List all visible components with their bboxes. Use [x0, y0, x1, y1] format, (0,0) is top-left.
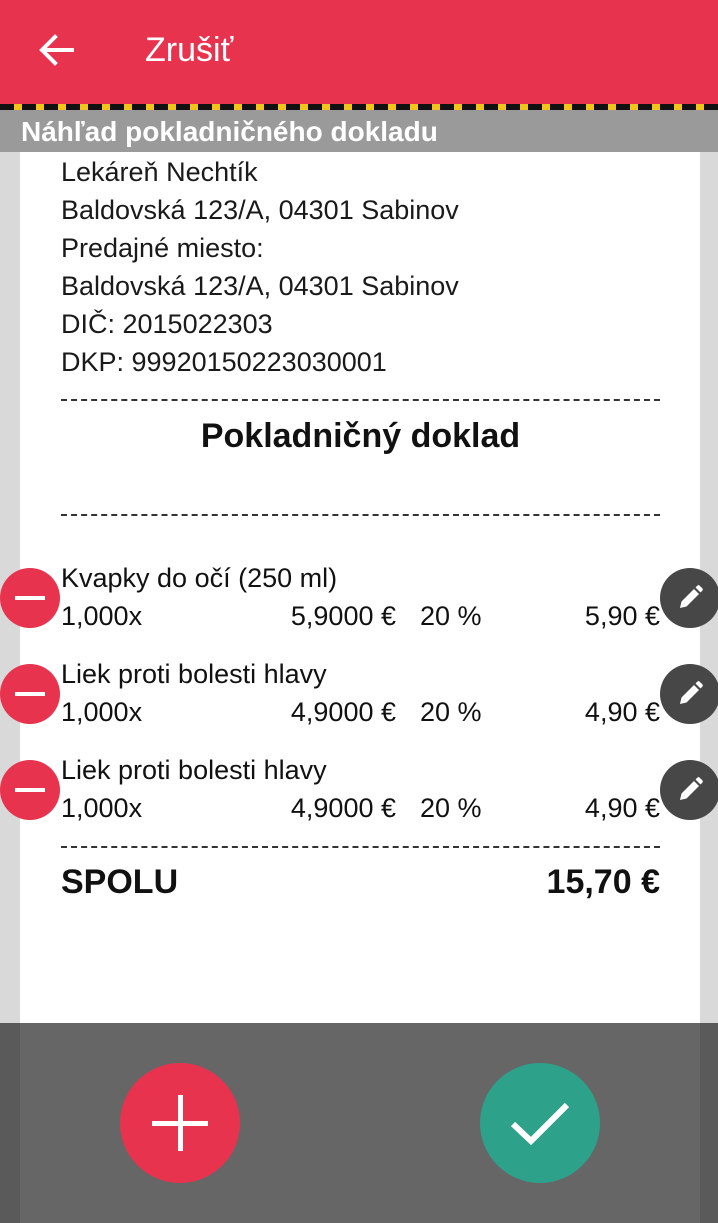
point-of-sale-label: Predajné miesto: [61, 233, 264, 263]
arrow-left-icon [39, 34, 74, 66]
item-name: Liek proti bolesti hlavy [61, 659, 327, 689]
pencil-icon [680, 681, 703, 704]
divider [61, 399, 660, 401]
item-row: 1,000x 4,9000 € 20 % 4,90 € [61, 695, 660, 729]
item-vat: 20 % [420, 793, 482, 823]
confirm-button[interactable] [480, 1063, 600, 1183]
item-total: 4,90 € [584, 793, 660, 823]
total-label: SPOLU [61, 863, 179, 901]
bar-edge [700, 1023, 718, 1223]
shop-address: Baldovská 123/A, 04301 Sabinov [61, 195, 459, 225]
item-name: Kvapky do očí (250 ml) [61, 563, 338, 593]
app-bar: Zrušiť [0, 0, 718, 104]
item-row: 1,000x 5,9000 € 20 % 5,90 € [61, 599, 660, 633]
check-icon [510, 1102, 570, 1146]
point-of-sale-address: Baldovská 123/A, 04301 Sabinov [61, 271, 459, 301]
minus-icon [15, 788, 45, 792]
item-qty: 1,000x [61, 697, 143, 727]
item-qty: 1,000x [61, 601, 143, 631]
item-unit-price: 5,9000 € [290, 601, 396, 631]
edit-item-button[interactable] [660, 664, 718, 724]
tax-id: DIČ: 2015022303 [61, 309, 273, 339]
pencil-icon [680, 585, 703, 608]
remove-item-button[interactable] [0, 760, 60, 820]
remove-item-button[interactable] [0, 664, 60, 724]
total-value: 15,70 € [546, 863, 660, 901]
item-unit-price: 4,9000 € [290, 697, 396, 727]
item-qty: 1,000x [61, 793, 143, 823]
minus-icon [15, 596, 45, 600]
item-total: 5,90 € [584, 601, 660, 631]
plus-icon [152, 1095, 208, 1151]
document-title: Pokladničný doklad [200, 417, 521, 455]
edit-item-button[interactable] [660, 760, 718, 820]
add-item-button[interactable] [120, 1063, 240, 1183]
item-vat: 20 % [420, 601, 482, 631]
item-row: 1,000x 4,9000 € 20 % 4,90 € [61, 791, 660, 825]
shop-name: Lekáreň Nechtík [61, 157, 258, 187]
divider [61, 846, 660, 848]
item-unit-price: 4,9000 € [290, 793, 396, 823]
receipt-paper: Lekáreň Nechtík Baldovská 123/A, 04301 S… [20, 152, 700, 1024]
bar-edge [0, 1023, 20, 1223]
cancel-label[interactable]: Zrušiť [145, 28, 233, 72]
item-total: 4,90 € [584, 697, 660, 727]
item-vat: 20 % [420, 697, 482, 727]
divider [61, 514, 660, 516]
preview-title: Náhľad pokladničného dokladu [0, 110, 718, 152]
cash-register-id: DKP: 99920150223030001 [61, 347, 387, 377]
minus-icon [15, 692, 45, 696]
item-name: Liek proti bolesti hlavy [61, 755, 327, 785]
back-button[interactable] [26, 22, 86, 78]
pencil-icon [680, 777, 703, 800]
remove-item-button[interactable] [0, 568, 60, 628]
edit-item-button[interactable] [660, 568, 718, 628]
bottom-action-bar [0, 1023, 718, 1223]
